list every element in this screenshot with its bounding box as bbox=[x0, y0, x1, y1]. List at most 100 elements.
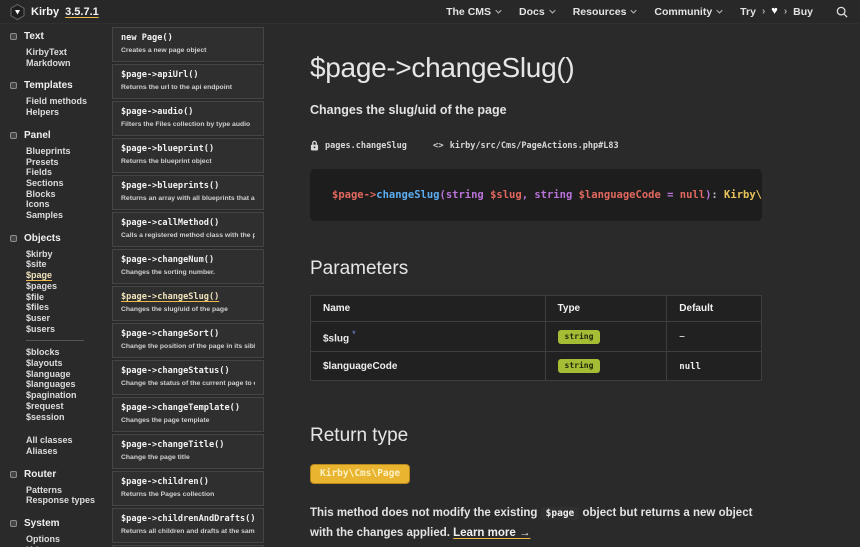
learn-more-link[interactable]: Learn more → bbox=[453, 527, 530, 539]
type-badge[interactable]: string bbox=[557, 359, 601, 374]
section-box-icon bbox=[10, 131, 17, 139]
sidebar-item[interactable]: KirbyText bbox=[26, 47, 112, 58]
code-token: $slug bbox=[490, 189, 522, 201]
sidebar-item[interactable]: $user bbox=[26, 313, 112, 324]
sidebar-item[interactable]: $session bbox=[26, 412, 112, 423]
sidebar-section-title: Templates bbox=[24, 80, 73, 92]
method-description: Creates a new page object bbox=[121, 47, 207, 54]
note-paragraph: This method does not modify the existing… bbox=[310, 504, 772, 543]
method-card[interactable]: $page->changeStatus() Change the status o… bbox=[112, 360, 264, 395]
nav-resources[interactable]: Resources bbox=[573, 6, 638, 18]
buy-link[interactable]: Buy bbox=[793, 6, 813, 18]
sidebar-section: Panel Blueprints Presets Fields Sections Bloc… bbox=[10, 130, 112, 221]
try-link[interactable]: Try bbox=[740, 6, 756, 18]
method-name: $page->changeTitle() bbox=[121, 440, 225, 450]
method-name: $page->changeNum() bbox=[121, 255, 215, 265]
meta-row: pages.changeSlug <> kirby/src/Cms/PageAc… bbox=[310, 140, 860, 151]
method-signature: $page->changeSlug(string $slug, string $… bbox=[310, 169, 762, 221]
sidebar-item[interactable]: Blocks bbox=[26, 189, 112, 200]
sidebar-section-items: Patterns Response types bbox=[26, 485, 112, 506]
sidebar-item[interactable]: $file bbox=[26, 292, 112, 303]
sidebar-item[interactable]: $users bbox=[26, 324, 112, 335]
sidebar-item[interactable]: $blocks bbox=[26, 347, 112, 358]
nav-the-cms[interactable]: The CMS bbox=[446, 6, 502, 18]
method-name: $page->callMethod() bbox=[121, 218, 220, 228]
sidebar-item[interactable]: $request bbox=[26, 401, 112, 412]
sidebar-section-header[interactable]: Panel bbox=[10, 130, 112, 141]
sidebar-item[interactable]: Sections bbox=[26, 178, 112, 189]
method-card[interactable]: $page->changeSlug() Changes the slug/uid … bbox=[112, 286, 264, 321]
sidebar-item[interactable]: Markdown bbox=[26, 58, 112, 69]
type-badge[interactable]: string bbox=[557, 329, 601, 344]
sidebar-item[interactable]: Patterns bbox=[26, 485, 112, 496]
brand[interactable]: Kirby 3.5.7.1 bbox=[10, 3, 99, 20]
nav-community[interactable]: Community bbox=[654, 6, 723, 18]
method-name: $page->blueprint() bbox=[121, 144, 215, 154]
sidebar-item[interactable]: Samples bbox=[26, 210, 112, 221]
method-card[interactable]: $page->blueprints() Returns an array with… bbox=[112, 175, 264, 210]
method-card[interactable]: $page->changeTitle() Change the page titl… bbox=[112, 434, 264, 469]
sidebar-item[interactable]: Field methods bbox=[26, 96, 112, 107]
sidebar-item[interactable]: Helpers bbox=[26, 107, 112, 118]
method-card[interactable]: new Page() Creates a new page object bbox=[112, 27, 264, 62]
sidebar-item[interactable]: Fields bbox=[26, 167, 112, 178]
sidebar-item[interactable]: $files bbox=[26, 302, 112, 313]
nav-docs[interactable]: Docs bbox=[519, 6, 556, 18]
sidebar-section-title: System bbox=[24, 518, 60, 530]
sidebar-section: Templates Field methods Helpers bbox=[10, 80, 112, 117]
method-card[interactable]: $page->blueprint() Returns the blueprint … bbox=[112, 138, 264, 173]
sidebar-section-header[interactable]: Router bbox=[10, 469, 112, 480]
method-description: Change the status of the current page to… bbox=[121, 380, 255, 387]
sidebar-item[interactable]: Options bbox=[26, 534, 112, 545]
permission-link[interactable]: pages.changeSlug bbox=[310, 140, 407, 151]
sidebar-item[interactable]: $layouts bbox=[26, 358, 112, 369]
sidebar-item[interactable]: Response types bbox=[26, 495, 112, 506]
method-card[interactable]: $page->changeSort() Change the position o… bbox=[112, 323, 264, 358]
method-card[interactable]: $page->changeNum() Changes the sorting nu… bbox=[112, 249, 264, 284]
code-brackets-icon: <> bbox=[432, 140, 444, 151]
sidebar-section-items: Field methods Helpers bbox=[26, 96, 112, 117]
sidebar-section-header[interactable]: Objects bbox=[10, 233, 112, 244]
table-header-row: Name Type Default bbox=[310, 295, 762, 322]
sidebar-item[interactable]: Presets bbox=[26, 157, 112, 168]
permission-label: pages.changeSlug bbox=[325, 140, 407, 151]
method-card[interactable]: $page->childrenAndDrafts() Returns all ch… bbox=[112, 508, 264, 543]
table-row: $slug * string – bbox=[310, 320, 762, 353]
sidebar-item[interactable]: Icons bbox=[26, 199, 112, 210]
sidebar-item[interactable]: $language bbox=[26, 369, 112, 380]
heart-icon[interactable]: ♥ bbox=[771, 6, 778, 17]
sidebar-item[interactable]: Blueprints bbox=[26, 146, 112, 157]
sidebar-item[interactable]: $kirby bbox=[26, 249, 112, 260]
sidebar-section-header[interactable]: System bbox=[10, 518, 112, 529]
sidebar-item[interactable]: $pages bbox=[26, 281, 112, 292]
method-card[interactable]: $page->callMethod() Calls a registered me… bbox=[112, 212, 264, 247]
section-box-icon bbox=[10, 82, 17, 90]
method-name: $page->childrenAndDrafts() bbox=[121, 514, 255, 524]
sidebar-section-header[interactable]: Text bbox=[10, 31, 112, 42]
search-icon bbox=[836, 6, 848, 18]
sidebar: Text KirbyText Markdown Templates Field meth… bbox=[0, 24, 112, 547]
sidebar-item[interactable]: All classes bbox=[26, 435, 112, 446]
note-text: This method does not modify the existing bbox=[310, 507, 541, 520]
sidebar-section-header[interactable]: Templates bbox=[10, 80, 112, 91]
return-type-badge[interactable]: Kirby\Cms\Page bbox=[310, 464, 411, 485]
sidebar-item[interactable]: $pagination bbox=[26, 390, 112, 401]
sidebar-section: System OptionsUrlsRootsValidators bbox=[10, 518, 112, 547]
section-box-icon bbox=[10, 470, 17, 478]
method-card[interactable]: $page->apiUrl() Returns the url to the ap… bbox=[112, 64, 264, 99]
chevron-down-icon bbox=[630, 9, 638, 14]
source-link[interactable]: <> kirby/src/Cms/PageActions.php#L83 bbox=[433, 141, 619, 151]
separator: › bbox=[761, 6, 766, 17]
search-button[interactable] bbox=[836, 6, 848, 18]
version-link[interactable]: 3.5.7.1 bbox=[65, 6, 99, 18]
nav-try-buy: Try › ♥ › Buy bbox=[740, 6, 813, 18]
sidebar-item[interactable]: Aliases bbox=[26, 446, 112, 457]
sidebar-item[interactable]: $site bbox=[26, 259, 112, 270]
sidebar-section-items: KirbyText Markdown bbox=[26, 47, 112, 68]
sidebar-item[interactable]: $languages bbox=[26, 379, 112, 390]
method-card[interactable]: $page->children() Returns the Pages colle… bbox=[112, 471, 264, 506]
method-card[interactable]: $page->changeTemplate() Changes the page … bbox=[112, 397, 264, 432]
sidebar-section-title: Router bbox=[24, 468, 57, 480]
method-card[interactable]: $page->audio() Filters the Files collecti… bbox=[112, 101, 264, 136]
sidebar-item[interactable]: $page bbox=[26, 270, 112, 281]
